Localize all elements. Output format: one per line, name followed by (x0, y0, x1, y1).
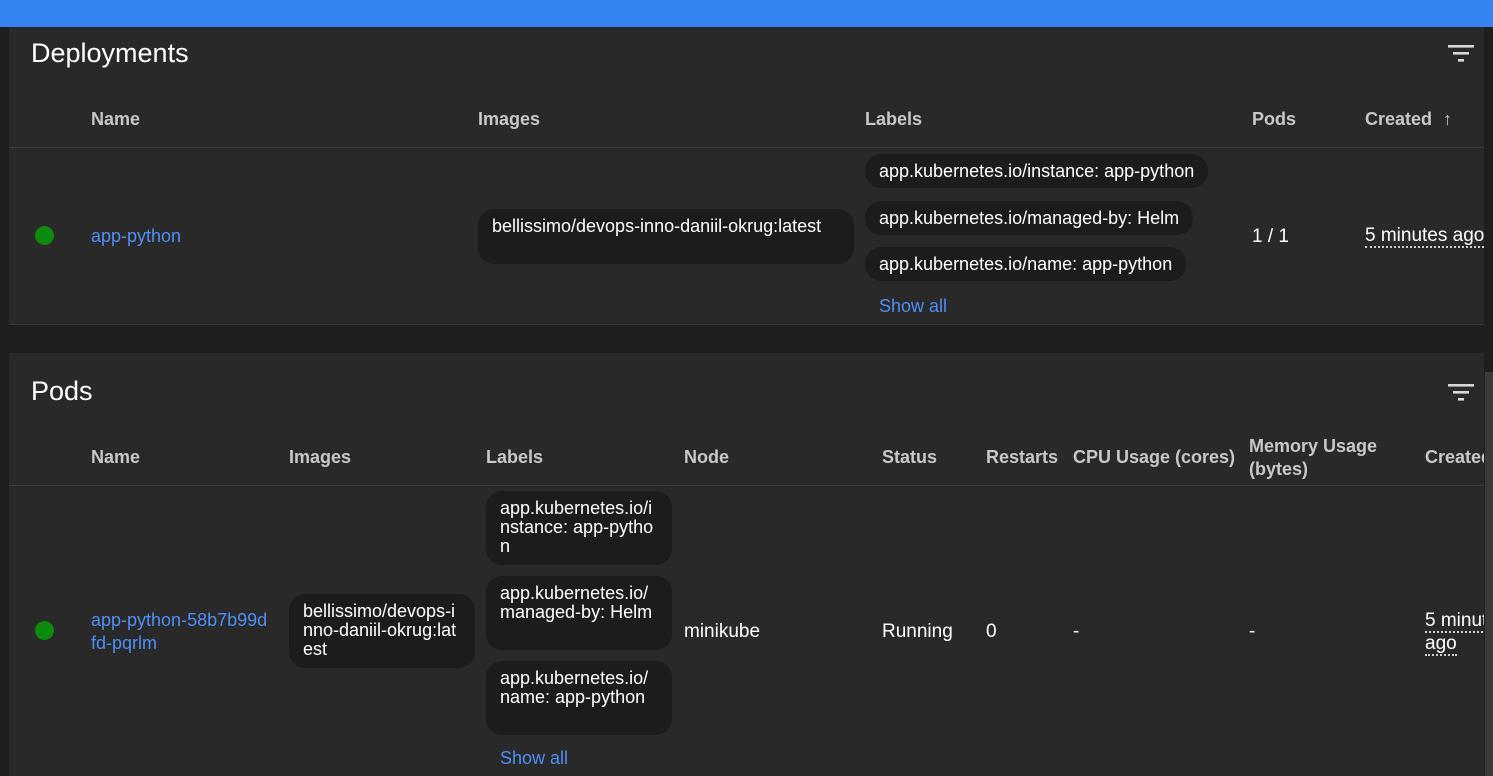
header-name[interactable]: Name (91, 447, 140, 468)
label-chip: app.kubernetes.io/instance: app-python (865, 154, 1209, 188)
created-time: 5 minutes ago (1365, 225, 1484, 248)
status-value: Running (882, 621, 953, 642)
label-chip: app.kubernetes.io/managed-by: Helm (486, 576, 672, 650)
header-images: Images (478, 109, 541, 129)
deployments-card: Deployments Name Images Labels Pods Crea… (9, 27, 1484, 325)
show-all-link[interactable]: Show all (500, 748, 568, 769)
status-dot-icon (35, 226, 54, 245)
filter-icon[interactable] (1448, 382, 1474, 402)
label-chip: app.kubernetes.io/managed-by: Helm (865, 201, 1194, 235)
arrow-up-icon: ↑ (1443, 109, 1453, 129)
top-app-bar (0, 0, 1493, 27)
image-chip: bellissimo/devops-inno-daniil-okrug:late… (478, 209, 854, 264)
created-time-text: 5 minutes ago (1425, 610, 1484, 656)
header-name[interactable]: Name (91, 109, 140, 130)
header-created[interactable]: Created (1425, 447, 1484, 468)
image-chip: bellissimo/devops-inno-daniil-okrug:late… (289, 594, 475, 668)
header-created-label: Created (1365, 109, 1433, 129)
header-memory: Memory Usage (bytes) (1249, 436, 1378, 479)
header-divider (9, 147, 1484, 148)
memory-value: - (1249, 621, 1256, 642)
header-labels: Labels (486, 447, 544, 467)
label-chip: app.kubernetes.io/instance: app-python (486, 491, 672, 565)
cpu-value: - (1073, 621, 1080, 642)
header-created[interactable]: Created ↑ (1365, 109, 1452, 130)
pod-name-link[interactable]: app-python-58b7b99dfd-pqrlm (91, 609, 271, 655)
deployments-title: Deployments (31, 38, 189, 68)
node-value: minikube (684, 621, 761, 642)
header-status[interactable]: Status (882, 447, 937, 468)
pods-card: Pods Name Images Labels Node Status Rest… (9, 353, 1484, 776)
filter-icon[interactable] (1448, 43, 1474, 63)
label-chip: app.kubernetes.io/name: app-python (486, 661, 672, 735)
pods-title: Pods (31, 376, 93, 406)
show-all-link[interactable]: Show all (879, 296, 947, 317)
header-labels: Labels (865, 109, 923, 129)
status-dot-icon (35, 621, 54, 640)
vertical-scrollbar[interactable] (1485, 372, 1493, 776)
header-pods: Pods (1252, 109, 1297, 129)
created-time: 5 minutes ago (1425, 609, 1484, 656)
restarts-value: 0 (986, 621, 997, 642)
label-chip: app.kubernetes.io/name: app-python (865, 247, 1187, 281)
pods-count: 1 / 1 (1252, 226, 1289, 247)
header-restarts[interactable]: Restarts (986, 447, 1058, 468)
header-node[interactable]: Node (684, 447, 729, 468)
header-cpu: CPU Usage (cores) (1073, 447, 1236, 467)
header-images: Images (289, 447, 352, 467)
header-divider (9, 485, 1484, 486)
deployment-name-link[interactable]: app-python (91, 226, 181, 247)
